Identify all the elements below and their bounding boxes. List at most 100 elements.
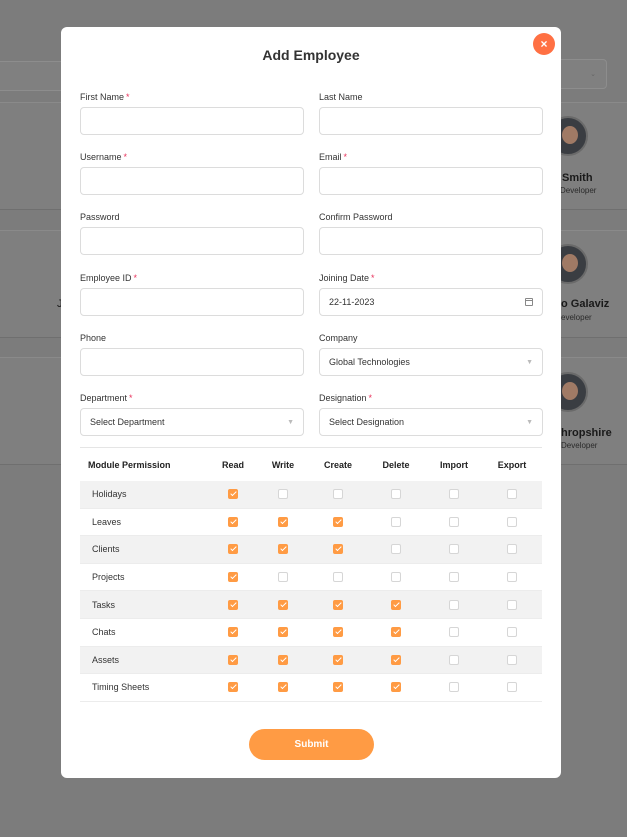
import-checkbox[interactable]	[449, 489, 459, 500]
delete-checkbox[interactable]	[391, 682, 401, 693]
import-cell	[445, 481, 463, 508]
phone-label: Phone	[80, 333, 107, 343]
import-checkbox[interactable]	[449, 516, 459, 527]
employee-id-label: Employee ID *	[80, 273, 138, 283]
import-checkbox[interactable]	[449, 627, 459, 638]
header-delete: Delete	[382, 459, 410, 470]
password-label: Password	[80, 212, 120, 222]
create-cell	[329, 509, 347, 536]
header-create: Create	[324, 459, 353, 470]
import-checkbox[interactable]	[449, 682, 459, 693]
create-checkbox[interactable]	[333, 654, 343, 665]
export-checkbox[interactable]	[507, 572, 517, 583]
permission-row: Holidays	[80, 481, 542, 509]
close-button[interactable]: ×	[533, 33, 555, 55]
import-checkbox[interactable]	[449, 599, 459, 610]
import-checkbox[interactable]	[449, 654, 459, 665]
phone-input[interactable]	[80, 348, 304, 376]
write-checkbox[interactable]	[278, 599, 288, 610]
read-checkbox[interactable]	[228, 682, 238, 693]
create-checkbox[interactable]	[333, 489, 343, 500]
bg-employee-role: eveloper	[561, 313, 592, 322]
first-name-input[interactable]	[80, 107, 304, 135]
export-checkbox[interactable]	[507, 654, 517, 665]
confirm-password-input[interactable]	[319, 227, 543, 255]
write-checkbox[interactable]	[278, 516, 288, 527]
create-checkbox[interactable]	[333, 516, 343, 527]
close-icon: ×	[540, 37, 548, 51]
export-cell	[503, 647, 521, 674]
header-export: Export	[497, 459, 527, 470]
export-cell	[503, 619, 521, 646]
export-cell	[503, 509, 521, 536]
delete-checkbox[interactable]	[391, 544, 401, 555]
export-cell	[503, 591, 521, 618]
export-checkbox[interactable]	[507, 516, 517, 527]
company-value: Global Technologies	[329, 357, 410, 367]
delete-checkbox[interactable]	[391, 599, 401, 610]
read-checkbox[interactable]	[228, 516, 238, 527]
import-checkbox[interactable]	[449, 572, 459, 583]
write-checkbox[interactable]	[278, 489, 288, 500]
bg-employee-role: Developer	[561, 441, 598, 450]
department-select[interactable]: Select Department ▼	[80, 408, 304, 436]
import-cell	[445, 591, 463, 618]
delete-checkbox[interactable]	[391, 489, 401, 500]
read-checkbox[interactable]	[228, 599, 238, 610]
import-cell	[445, 674, 463, 701]
read-checkbox[interactable]	[228, 544, 238, 555]
permission-row: Tasks	[80, 591, 542, 619]
confirm-password-label: Confirm Password	[319, 212, 393, 222]
create-cell	[329, 591, 347, 618]
read-cell	[224, 619, 242, 646]
create-checkbox[interactable]	[333, 627, 343, 638]
create-cell	[329, 536, 347, 563]
company-select[interactable]: Global Technologies ▼	[319, 348, 543, 376]
bg-employee-name: o Galaviz	[561, 298, 610, 310]
delete-checkbox[interactable]	[391, 516, 401, 527]
chevron-down-icon: ▼	[287, 418, 294, 426]
write-checkbox[interactable]	[278, 572, 288, 583]
bg-employee-role: Developer	[560, 186, 597, 195]
delete-checkbox[interactable]	[391, 627, 401, 638]
read-checkbox[interactable]	[228, 627, 238, 638]
create-checkbox[interactable]	[333, 599, 343, 610]
email-input[interactable]	[319, 167, 543, 195]
write-checkbox[interactable]	[278, 682, 288, 693]
last-name-input[interactable]	[319, 107, 543, 135]
export-checkbox[interactable]	[507, 682, 517, 693]
department-label: Department *	[80, 393, 133, 403]
read-checkbox[interactable]	[228, 572, 238, 583]
module-name: Tasks	[92, 599, 116, 610]
delete-cell	[387, 674, 405, 701]
write-checkbox[interactable]	[278, 544, 288, 555]
create-checkbox[interactable]	[333, 572, 343, 583]
delete-checkbox[interactable]	[391, 654, 401, 665]
export-checkbox[interactable]	[507, 544, 517, 555]
permission-row: Assets	[80, 646, 542, 675]
joining-date-input[interactable]: 22-11-2023	[319, 288, 543, 316]
export-checkbox[interactable]	[507, 599, 517, 610]
employee-id-input[interactable]	[80, 288, 304, 316]
designation-select[interactable]: Select Designation ▼	[319, 408, 543, 436]
export-checkbox[interactable]	[507, 627, 517, 638]
calendar-icon[interactable]	[525, 298, 533, 306]
write-cell	[274, 564, 292, 591]
submit-button[interactable]: Submit	[249, 729, 374, 760]
read-checkbox[interactable]	[228, 654, 238, 665]
username-input[interactable]	[80, 167, 304, 195]
company-label: Company	[319, 333, 358, 343]
create-checkbox[interactable]	[333, 544, 343, 555]
permission-row: Leaves	[80, 509, 542, 537]
bg-employee-name: Smith	[562, 172, 593, 184]
read-checkbox[interactable]	[228, 489, 238, 500]
write-checkbox[interactable]	[278, 654, 288, 665]
import-cell	[445, 647, 463, 674]
permission-row: Timing Sheets	[80, 674, 542, 702]
password-input[interactable]	[80, 227, 304, 255]
import-checkbox[interactable]	[449, 544, 459, 555]
export-checkbox[interactable]	[507, 489, 517, 500]
delete-checkbox[interactable]	[391, 572, 401, 583]
create-checkbox[interactable]	[333, 682, 343, 693]
write-checkbox[interactable]	[278, 627, 288, 638]
